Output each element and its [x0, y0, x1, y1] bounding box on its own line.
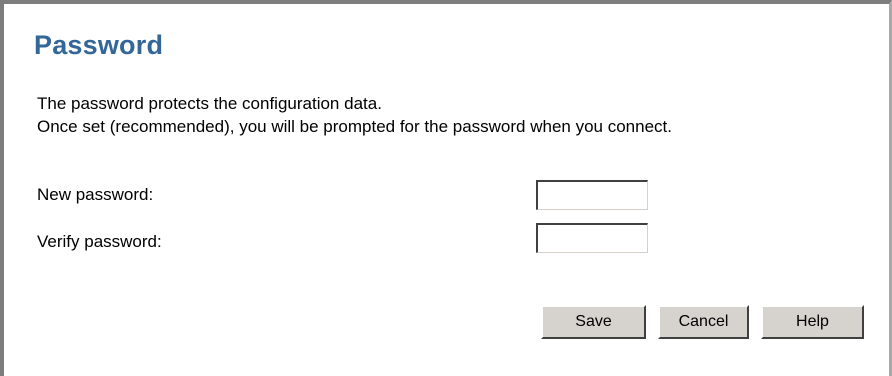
cancel-button[interactable]: Cancel — [658, 305, 749, 339]
description-line-1: The password protects the configuration … — [37, 94, 382, 113]
verify-password-label: Verify password: — [37, 232, 162, 251]
help-button[interactable]: Help — [761, 305, 864, 339]
new-password-label: New password: — [37, 185, 154, 204]
password-panel: Password The password protects the confi… — [0, 0, 892, 376]
page-title: Password — [34, 30, 164, 60]
save-button[interactable]: Save — [541, 305, 646, 339]
description: The password protects the configuration … — [37, 92, 817, 138]
new-password-field[interactable] — [536, 180, 648, 210]
verify-password-field[interactable] — [536, 223, 648, 253]
description-line-2: Once set (recommended), you will be prom… — [37, 117, 672, 136]
